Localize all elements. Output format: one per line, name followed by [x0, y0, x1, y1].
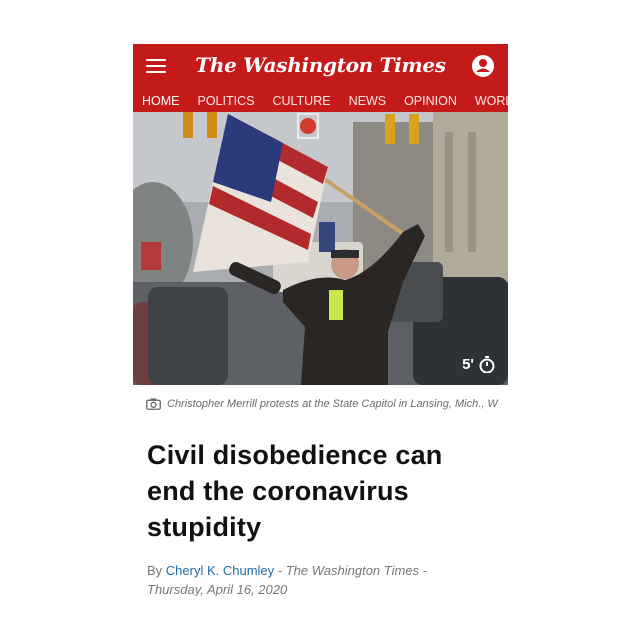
- caption-text: Christopher Merrill protests at the Stat…: [167, 398, 498, 410]
- site-header: The Washington Times HOME POLITICS CULTU…: [133, 44, 508, 112]
- author-link[interactable]: Cheryl K. Chumley: [166, 563, 274, 578]
- nav-item-politics[interactable]: POLITICS: [189, 91, 264, 111]
- nav-item-world[interactable]: WORLD: [466, 91, 508, 111]
- top-bar: The Washington Times: [133, 44, 508, 88]
- article-screen: The Washington Times HOME POLITICS CULTU…: [133, 44, 508, 596]
- camera-icon: [146, 398, 161, 410]
- byline-prefix: By: [147, 563, 163, 578]
- nav-item-opinion[interactable]: OPINION: [395, 91, 466, 111]
- nav-item-home[interactable]: HOME: [133, 91, 189, 111]
- account-icon[interactable]: [471, 54, 495, 78]
- publish-date: Thursday, April 16, 2020: [147, 582, 288, 596]
- read-time: 5': [462, 356, 474, 373]
- nav-item-culture[interactable]: CULTURE: [263, 91, 339, 111]
- read-time-indicator: 5': [462, 356, 495, 373]
- article-headline: Civil disobedience can end the coronavir…: [147, 440, 443, 542]
- nav-item-news[interactable]: NEWS: [340, 91, 396, 111]
- article-byline: By Cheryl K. Chumley - The Washington Ti…: [133, 561, 508, 596]
- section-nav: HOME POLITICS CULTURE NEWS OPINION WORLD: [133, 91, 508, 111]
- site-logo[interactable]: The Washington Times: [133, 53, 508, 77]
- stopwatch-icon: [479, 356, 495, 373]
- photo-caption: Christopher Merrill protests at the Stat…: [133, 385, 508, 423]
- hero-photo[interactable]: 5': [133, 112, 508, 385]
- byline-source: - The Washington Times -: [277, 563, 427, 578]
- protest-photo-illustration: [133, 112, 508, 385]
